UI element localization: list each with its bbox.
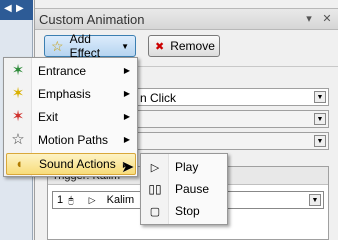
pane-title: Custom Animation [39, 12, 145, 27]
row-index: 1 [57, 194, 64, 206]
menu-item-label: Exit [38, 110, 59, 124]
submenu-item-pause[interactable]: ▯▯ Pause [143, 178, 227, 200]
menu-item-sound-actions[interactable]: ◖ Sound Actions ▶ [6, 153, 136, 175]
submenu-arrow-icon: ▶ [123, 112, 130, 121]
chevron-down-icon: ▼ [314, 135, 326, 147]
menu-item-label: Motion Paths [38, 133, 109, 147]
play-icon: ▷ [88, 195, 96, 205]
submenu-item-label: Play [175, 160, 199, 174]
property-dropdown: ▼ [135, 110, 329, 128]
remove-label: Remove [170, 39, 215, 53]
menu-item-label: Entrance [38, 64, 87, 78]
menu-item-label: Sound Actions [39, 157, 116, 171]
submenu-item-play[interactable]: ▷ Play [143, 156, 227, 178]
menu-item-emphasis[interactable]: ✶ Emphasis ▶ [6, 83, 136, 105]
chevron-down-icon: ▼ [314, 91, 326, 103]
start-value: n Click [140, 91, 177, 105]
mouse-icon: 🖰 [68, 195, 74, 205]
add-effect-label: Add Effect [69, 32, 101, 60]
entrance-star-icon: ✶ [11, 62, 25, 79]
submenu-arrow-icon: ▶ [123, 89, 130, 98]
add-effect-star-icon: ☆ [51, 37, 64, 54]
remove-icon: ✖ [155, 40, 165, 53]
row-label: Kalim [106, 194, 135, 206]
submenu-item-stop[interactable]: ▢ Stop [143, 200, 227, 222]
menu-item-label: Emphasis [38, 87, 91, 101]
chevron-down-icon: ▼ [121, 41, 129, 51]
exit-star-icon: ✶ [11, 108, 25, 125]
submenu-item-label: Stop [175, 204, 200, 218]
stop-icon: ▢ [149, 205, 161, 218]
pause-icon: ▯▯ [148, 182, 162, 196]
submenu-item-label: Pause [175, 182, 210, 196]
remove-button[interactable]: ✖ Remove [148, 35, 220, 57]
pane-options-icon[interactable]: ▾ [301, 11, 317, 27]
menu-item-motion-paths[interactable]: ☆ Motion Paths ▶ [6, 129, 136, 151]
close-icon[interactable]: ✕ [319, 11, 335, 27]
add-effect-menu: ✶ Entrance ▶ ✶ Emphasis ▶ ✶ Exit ▶ ☆ Mot… [3, 57, 138, 177]
chevron-down-icon[interactable]: ▼ [309, 194, 321, 206]
menu-item-exit[interactable]: ✶ Exit ▶ [6, 106, 136, 128]
speed-dropdown: ▼ [135, 132, 329, 150]
scroll-right-icon[interactable]: ▶ [16, 4, 24, 14]
submenu-arrow-icon: ▶ [123, 66, 130, 75]
mouse-cursor-icon: ➤ [121, 159, 135, 176]
submenu-arrow-icon: ▶ [123, 135, 130, 144]
scroll-left-icon[interactable]: ◀ [4, 4, 12, 14]
emphasis-star-icon: ✶ [11, 85, 25, 102]
sound-actions-submenu: ▷ Play ▯▯ Pause ▢ Stop [140, 153, 228, 225]
play-icon: ▷ [150, 161, 160, 174]
start-dropdown[interactable]: n Click ▼ [135, 88, 329, 106]
add-effect-button[interactable]: ☆ Add Effect ▼ [44, 32, 136, 60]
slides-strip-header: ◀ ▶ [0, 0, 33, 20]
chevron-down-icon: ▼ [314, 113, 326, 125]
motion-path-star-icon: ☆ [11, 131, 25, 148]
menu-item-entrance[interactable]: ✶ Entrance ▶ [6, 60, 136, 82]
sound-speaker-icon: ◖ [15, 156, 23, 171]
pane-titlebar: Custom Animation ▾ ✕ [35, 8, 338, 30]
